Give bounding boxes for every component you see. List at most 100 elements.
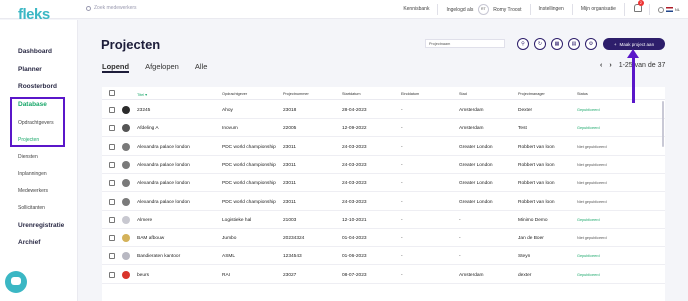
cell-title: 23245: [137, 108, 151, 113]
table-row[interactable]: Alexandra palace london PDC world champio…: [102, 156, 665, 174]
chat-support-button[interactable]: [5, 271, 27, 293]
column-end[interactable]: Einddatum: [401, 92, 419, 96]
avatar[interactable]: RT: [477, 3, 489, 15]
annotation-highlight-box: [10, 97, 65, 147]
cell-manager: Dexter: [518, 108, 533, 113]
cell-end: -: [401, 108, 403, 113]
row-checkbox[interactable]: [109, 216, 115, 223]
my-organisation-link[interactable]: Mijn organisatie: [571, 4, 624, 15]
column-client[interactable]: Opdrachtgever: [222, 92, 247, 96]
refresh-icon-button[interactable]: ↻: [534, 38, 546, 50]
sidebar-item-urenregistratie[interactable]: Urenregistratie: [18, 222, 64, 229]
row-checkbox[interactable]: [109, 253, 115, 260]
table-row[interactable]: BAM afbouw Jumbo 20234324 01-04-2023 - - Jan d…: [102, 229, 665, 248]
sidebar-item-sollicitanten[interactable]: Sollicitanten: [18, 205, 45, 211]
row-checkbox[interactable]: [109, 161, 115, 168]
dutch-flag-icon: [665, 7, 673, 12]
sidebar-item-diensten[interactable]: Diensten: [18, 154, 38, 160]
table-row[interactable]: Alexandra palace london PDC world champio…: [102, 193, 665, 211]
cell-end: -: [401, 199, 403, 205]
prev-page-icon[interactable]: ‹: [600, 62, 602, 69]
status-badge: Gepubliceerd: [577, 126, 600, 131]
cell-city: Greater London: [459, 199, 493, 205]
table-row[interactable]: 23245 Ahoy 23018 28-04-2023 - Amsterdam Dexter…: [102, 101, 665, 119]
status-badge: Niet gepubliceerd: [577, 162, 607, 167]
cell-client: Inovum: [222, 126, 238, 132]
bell-icon[interactable]: 2: [633, 0, 644, 12]
tab-afgelopen[interactable]: Afgelopen: [145, 62, 179, 73]
status-badge: Niet gepubliceerd: [577, 199, 607, 204]
top-bar: fleks Zoek medewerkers Kennisbank Ingelo…: [0, 0, 688, 23]
row-checkbox[interactable]: [109, 107, 115, 113]
sidebar-item-roosterbord[interactable]: Roosterbord: [18, 83, 57, 90]
table-row[interactable]: Bandieraten kantoor ASML 1234543 01-06-2023…: [102, 247, 665, 266]
select-all-checkbox[interactable]: [109, 90, 115, 96]
cell-client: PDC world championship: [222, 144, 276, 150]
cell-manager: Test: [518, 126, 527, 132]
cell-manager: Minimo Demo: [518, 217, 548, 223]
sidebar: [0, 20, 78, 301]
cell-number: 23011: [283, 162, 296, 168]
row-checkbox[interactable]: [109, 143, 115, 150]
cell-client: Logistieke hal: [222, 217, 252, 223]
cell-number: 23011: [283, 181, 296, 187]
settings-link[interactable]: Instellingen: [529, 4, 572, 15]
cell-manager: dexter: [518, 272, 532, 278]
next-page-icon[interactable]: ›: [609, 62, 611, 69]
table-row[interactable]: beurs RAI 23027 08-07-2023 - Amsterdam dexter G…: [102, 266, 665, 284]
column-status[interactable]: Status: [577, 92, 588, 96]
row-checkbox[interactable]: [109, 180, 115, 187]
user-name[interactable]: Romy Troost: [493, 6, 521, 12]
settings-icon-button[interactable]: ⚙: [585, 38, 597, 50]
search-icon-button[interactable]: ⚲: [517, 38, 529, 50]
sidebar-item-dashboard[interactable]: Dashboard: [18, 48, 52, 55]
column-start[interactable]: Startdatum: [342, 92, 361, 96]
status-badge: Gepubliceerd: [577, 254, 600, 259]
tab-lopend[interactable]: Lopend: [102, 62, 130, 73]
sidebar-item-inplanningen[interactable]: Inplanningen: [18, 171, 47, 177]
sidebar-item-planner[interactable]: Planner: [18, 66, 42, 73]
calendar-icon-button[interactable]: ▤: [568, 38, 580, 50]
project-logo-icon: [122, 142, 130, 151]
annotation-arrow-head: [627, 49, 639, 58]
table-scrollbar[interactable]: [662, 101, 664, 147]
table-row[interactable]: Alexandra palace london PDC world champio…: [102, 174, 665, 193]
cell-start: 24-03-2023: [342, 181, 367, 187]
cell-start: 12-09-2022: [342, 126, 367, 132]
employee-search[interactable]: Zoek medewerkers: [86, 5, 137, 11]
column-manager[interactable]: Projectmanager: [518, 92, 545, 96]
cell-end: -: [401, 126, 403, 132]
row-checkbox[interactable]: [109, 125, 115, 132]
page-title: Projecten: [101, 37, 161, 52]
tab-alle[interactable]: Alle: [195, 62, 208, 73]
grid-view-icon-button[interactable]: ▦: [551, 38, 563, 50]
table-row[interactable]: Alexandra palace london PDC world champio…: [102, 138, 665, 156]
status-badge: Niet gepubliceerd: [577, 144, 607, 149]
column-number[interactable]: Projectnummer: [283, 92, 309, 96]
cell-number: 1234543: [283, 254, 302, 260]
project-search-input[interactable]: Projectnaam: [425, 39, 505, 48]
cell-number: 23011: [283, 199, 296, 205]
sidebar-item-archief[interactable]: Archief: [18, 239, 40, 246]
cell-start: 12-10-2021: [342, 217, 367, 223]
cell-city: Amsterdam: [459, 108, 484, 113]
row-checkbox[interactable]: [109, 235, 115, 242]
table-row[interactable]: Afdeling A Inovum 22005 12-09-2022 - Amsterda…: [102, 119, 665, 138]
row-checkbox[interactable]: [109, 198, 115, 205]
cell-city: Greater London: [459, 144, 493, 150]
cell-title: Bandieraten kantoor: [137, 254, 181, 260]
cell-number: 23027: [283, 272, 297, 278]
column-title[interactable]: Titel ▾: [137, 92, 147, 97]
table-row[interactable]: Almere Logistieke hal 21003 12-10-2021 - - Min…: [102, 211, 665, 229]
language-selector[interactable]: NL: [648, 4, 688, 15]
status-badge: Gepubliceerd: [577, 272, 600, 277]
project-logo-icon: [122, 106, 130, 114]
row-checkbox[interactable]: [109, 271, 115, 278]
cell-end: -: [401, 217, 403, 223]
sidebar-item-medewerkers[interactable]: Medewerkers: [18, 188, 48, 194]
status-badge: Niet gepubliceerd: [577, 181, 607, 186]
column-city[interactable]: Stad: [459, 92, 467, 96]
cell-title: Alexandra palace london: [137, 181, 190, 187]
notifications[interactable]: 2: [623, 0, 649, 16]
knowledge-base-link[interactable]: Kennisbank: [395, 4, 437, 15]
